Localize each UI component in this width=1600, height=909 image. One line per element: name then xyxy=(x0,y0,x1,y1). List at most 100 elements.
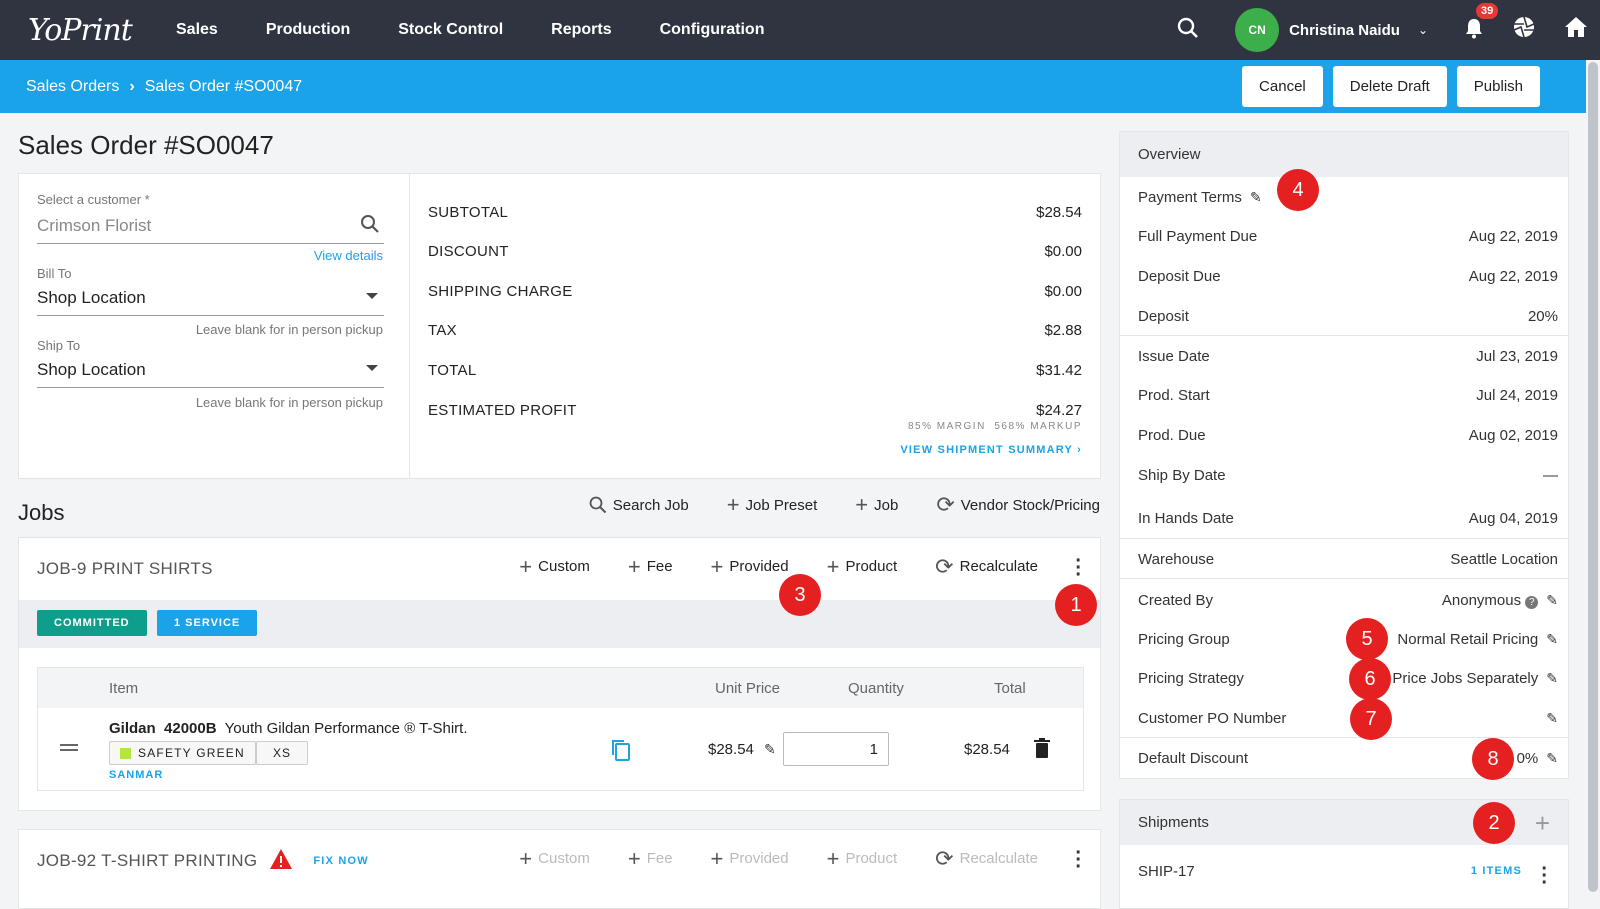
view-shipment-summary-link[interactable]: VIEW SHIPMENT SUMMARY › xyxy=(900,444,1082,456)
col-quantity: Quantity xyxy=(848,680,904,697)
col-item: Item xyxy=(109,680,139,697)
view-details-link[interactable]: View details xyxy=(314,248,383,263)
issue-date-row[interactable]: Issue Date Jul 23, 2019 xyxy=(1138,348,1558,365)
bill-to-select[interactable]: Shop Location xyxy=(37,282,384,316)
warehouse-row[interactable]: Warehouse Seattle Location xyxy=(1138,551,1558,568)
item-brand: Gildan xyxy=(109,720,156,737)
edit-price-icon[interactable]: ✎ xyxy=(764,741,776,758)
edit-icon[interactable]: ✎ xyxy=(1546,710,1558,727)
chevron-down-icon[interactable]: ⌄ xyxy=(1418,23,1428,37)
plus-icon: + xyxy=(726,492,740,517)
breadcrumb-sales-orders[interactable]: Sales Orders xyxy=(26,78,119,96)
job-preset-button[interactable]: + Job Preset xyxy=(726,492,818,517)
publish-button[interactable]: Publish xyxy=(1456,66,1540,107)
overview-header: Overview xyxy=(1120,132,1568,177)
fee-button: + Fee xyxy=(627,845,673,871)
notifications-button[interactable]: 39 xyxy=(1464,2,1499,44)
service-badge[interactable]: 1 SERVICE xyxy=(157,610,258,636)
annotation-marker: 8 xyxy=(1472,738,1514,780)
product-button[interactable]: + Product xyxy=(826,553,898,579)
job-menu-icon[interactable]: · · · xyxy=(1075,551,1082,585)
created-by-row: Created By Anonymous ? ✎ xyxy=(1138,592,1558,609)
prod-start-row[interactable]: Prod. Start Jul 24, 2019 xyxy=(1138,387,1558,404)
job-name[interactable]: JOB-92 T-SHIRT PRINTING xyxy=(37,851,257,871)
annotation-marker: 2 xyxy=(1473,802,1515,844)
nav-configuration[interactable]: Configuration xyxy=(660,21,765,39)
job-card-1: JOB-9 PRINT SHIRTS + Custom + Fee + Provide… xyxy=(18,537,1101,811)
job-menu-icon[interactable]: · · · xyxy=(1075,843,1082,877)
ship-by-date-row[interactable]: Ship By Date — xyxy=(1138,467,1558,484)
scrollbar[interactable] xyxy=(1588,62,1598,892)
in-hands-date-row[interactable]: In Hands Date Aug 04, 2019 xyxy=(1138,510,1558,527)
customer-po-row: Customer PO Number ✎ xyxy=(1138,710,1558,727)
vendor-stock-pricing-button[interactable]: ⟳ Vendor Stock/Pricing xyxy=(936,492,1100,517)
warning-icon xyxy=(269,848,293,875)
nav-sales[interactable]: Sales xyxy=(176,21,218,39)
trash-icon[interactable] xyxy=(1034,738,1050,763)
fix-now-link[interactable]: FIX NOW xyxy=(313,855,368,867)
breadcrumb: Sales Orders › Sales Order #SO0047 Cance… xyxy=(0,60,1586,113)
edit-icon[interactable]: ✎ xyxy=(1546,750,1558,766)
plus-icon: + xyxy=(519,553,533,579)
customer-label: Select a customer * xyxy=(37,192,150,207)
prod-due-row[interactable]: Prod. Due Aug 02, 2019 xyxy=(1138,427,1558,444)
nav-stock-control[interactable]: Stock Control xyxy=(398,21,503,39)
deposit-row: Deposit 20% xyxy=(1138,308,1558,325)
job-card-2: JOB-92 T-SHIRT PRINTING FIX NOW + Custom … xyxy=(18,829,1101,909)
quantity-input[interactable]: 1 xyxy=(783,732,889,766)
notification-badge: 39 xyxy=(1476,2,1499,19)
cancel-button[interactable]: Cancel xyxy=(1242,66,1323,107)
fee-button[interactable]: + Fee xyxy=(628,555,673,577)
jobs-title: Jobs xyxy=(18,500,65,525)
deposit-due-row: Deposit Due Aug 22, 2019 xyxy=(1138,268,1558,285)
recalculate-button[interactable]: ⟳ Recalculate xyxy=(935,555,1038,577)
search-icon[interactable] xyxy=(1177,17,1199,44)
provided-button[interactable]: + Provided xyxy=(711,555,789,577)
delete-draft-button[interactable]: Delete Draft xyxy=(1332,66,1447,107)
ship-to-hint: Leave blank for in person pickup xyxy=(195,395,383,410)
add-shipment-icon[interactable]: + xyxy=(1535,808,1550,839)
search-icon[interactable] xyxy=(360,214,380,239)
edit-icon[interactable]: ✎ xyxy=(1250,189,1262,206)
help-icon[interactable]: ? xyxy=(1525,596,1539,609)
recalculate-button: ⟳ Recalculate xyxy=(935,845,1038,871)
plus-icon: + xyxy=(826,553,840,579)
customer-search-input[interactable]: Crimson Florist xyxy=(37,210,384,244)
product-button: + Product xyxy=(826,845,898,871)
app-logo[interactable]: YoPrint xyxy=(28,13,133,48)
edit-icon[interactable]: ✎ xyxy=(1546,631,1558,647)
copy-icon[interactable] xyxy=(610,738,632,767)
bill-to-label: Bill To xyxy=(37,266,72,281)
nav-production[interactable]: Production xyxy=(266,21,350,39)
aperture-icon[interactable] xyxy=(1512,15,1536,45)
overview-panel: Overview Payment Terms ✎ Full Payment Due… xyxy=(1119,131,1569,779)
job-name[interactable]: JOB-9 PRINT SHIRTS xyxy=(37,559,213,579)
job-actions: + Custom + Fee + Provided + Product ⟳ Recalcu… xyxy=(519,553,1038,579)
annotation-marker: 1 xyxy=(1055,584,1097,626)
edit-icon[interactable]: ✎ xyxy=(1546,592,1558,608)
shipment-items-count[interactable]: 1 ITEMS xyxy=(1471,865,1522,880)
add-job-button[interactable]: + Job xyxy=(855,494,898,516)
nav-reports[interactable]: Reports xyxy=(551,21,611,39)
plus-icon: + xyxy=(826,845,840,871)
drag-handle-icon[interactable] xyxy=(60,744,78,746)
ship-to-select[interactable]: Shop Location xyxy=(37,354,384,388)
user-name[interactable]: Christina Naidu xyxy=(1289,22,1400,39)
shipment-menu-icon[interactable]: · · · xyxy=(1541,859,1548,893)
search-job-label: Search Job xyxy=(612,496,689,514)
shipment-row[interactable]: SHIP-17 1 ITEMS xyxy=(1138,863,1558,880)
summary-row-total: TOTAL $31.42 xyxy=(428,362,1082,379)
vendor-link[interactable]: SANMAR xyxy=(109,769,163,781)
item-title[interactable]: Gildan 42000B Youth Gildan Performance ®… xyxy=(109,720,467,737)
refresh-icon: ⟳ xyxy=(936,492,955,517)
dropdown-arrow-icon xyxy=(366,293,378,299)
search-job-button[interactable]: Search Job xyxy=(589,496,689,514)
edit-icon[interactable]: ✎ xyxy=(1546,670,1558,686)
dropdown-arrow-icon xyxy=(366,365,378,371)
avatar[interactable]: CN xyxy=(1235,8,1280,52)
custom-button[interactable]: + Custom xyxy=(519,553,590,579)
job-status-bar: COMMITTED 1 SERVICE xyxy=(19,600,1100,648)
size-chip: XS xyxy=(256,741,309,765)
home-icon[interactable] xyxy=(1564,16,1588,44)
annotation-marker: 7 xyxy=(1350,698,1392,740)
